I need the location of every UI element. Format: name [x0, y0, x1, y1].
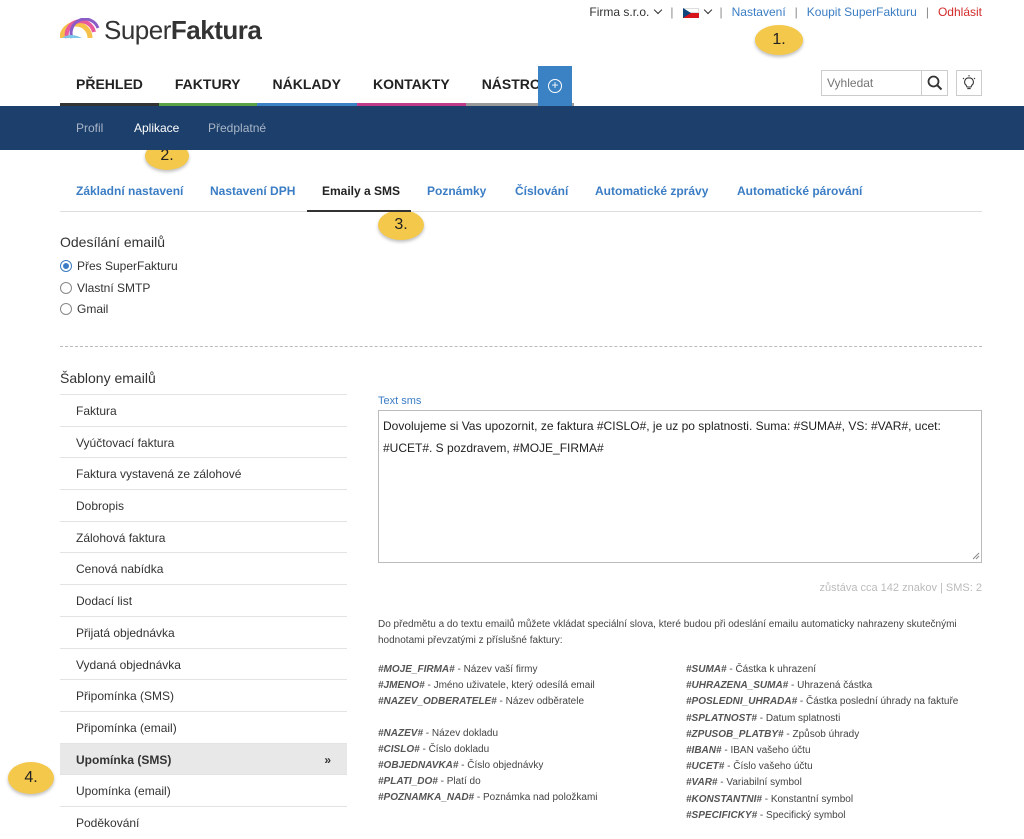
template-item-upominka-email[interactable]: Upomínka (email) — [60, 774, 347, 806]
divider — [60, 346, 982, 347]
create-new-button[interactable]: + — [538, 66, 572, 106]
placeholder-item: #KONSTANTNI# - Konstantní symbol — [686, 793, 854, 805]
template-item-faktura-ze-zalohove[interactable]: Faktura vystavená ze zálohové — [60, 457, 347, 489]
placeholder-list-right: #SUMA# - Částka k uhrazení #UHRAZENA_SUM… — [686, 664, 958, 826]
settings-link[interactable]: Nastavení — [732, 5, 786, 19]
tab-nastaveni-dph[interactable]: Nastavení DPH — [210, 184, 295, 198]
tab-zakladni-nastaveni[interactable]: Základní nastavení — [76, 184, 183, 198]
template-item-zalohova-faktura[interactable]: Zálohová faktura — [60, 520, 347, 553]
buy-link[interactable]: Koupit SuperFakturu — [807, 5, 917, 19]
template-item-pripominka-sms[interactable]: Připomínka (SMS) — [60, 679, 347, 711]
placeholder-item: #POSLEDNI_UHRADA# - Částka poslední úhra… — [686, 696, 959, 708]
main-navigation: PŘEHLED FAKTURY NÁKLADY KONTAKTY NÁSTROJ… — [60, 66, 574, 106]
language-selector[interactable] — [682, 5, 712, 19]
radio-button[interactable] — [60, 282, 72, 294]
template-item-faktura[interactable]: Faktura — [60, 394, 347, 426]
email-sending-title: Odesílání emailů — [60, 234, 166, 250]
placeholder-item: #SPECIFICKY# - Specifický symbol — [686, 809, 846, 821]
czech-flag-icon — [682, 7, 699, 18]
active-tab-indicator — [307, 210, 411, 212]
radio-button[interactable] — [60, 260, 72, 272]
chevron-right-icon: » — [324, 752, 331, 767]
nav-item-kontakty[interactable]: KONTAKTY — [356, 66, 466, 106]
template-list: Faktura Vyúčtovací faktura Faktura vysta… — [60, 394, 347, 838]
search-icon — [927, 75, 942, 91]
placeholder-item: #NAZEV# - Název dokladu — [378, 727, 499, 739]
sms-character-counter: zůstáva cca 142 znakov | SMS: 2 — [819, 582, 982, 594]
radio-option-superfaktura[interactable]: Přes SuperFakturu — [60, 259, 178, 273]
nav-item-naklady[interactable]: NÁKLADY — [256, 66, 357, 106]
placeholder-item: #SPLATNOST# - Datum splatnosti — [686, 712, 841, 724]
placeholder-item: #UCET# - Číslo vašeho účtu — [686, 761, 813, 773]
nav-item-faktury[interactable]: FAKTURY — [158, 66, 257, 106]
template-item-prijata-objednavka[interactable]: Přijatá objednávka — [60, 615, 347, 648]
annotation-badge-3: 3. — [378, 210, 424, 240]
placeholder-list-left: #MOJE_FIRMA# - Název vaší firmy #JMENO# … — [378, 664, 598, 809]
plus-icon: + — [548, 79, 562, 93]
tab-automaticke-zpravy[interactable]: Automatické zprávy — [595, 184, 708, 198]
placeholder-item: #UHRAZENA_SUMA# - Uhrazená částka — [686, 680, 873, 692]
search-button[interactable] — [921, 70, 948, 96]
subnav-item-aplikace[interactable]: Aplikace — [134, 121, 179, 135]
radio-option-smtp[interactable]: Vlastní SMTP — [60, 281, 150, 295]
placeholder-item: #JMENO# - Jméno uživatele, který odesílá… — [378, 680, 595, 692]
template-item-pripominka-email[interactable]: Připomínka (email) — [60, 710, 347, 743]
separator: | — [925, 5, 929, 19]
annotation-badge-1: 1. — [755, 25, 803, 55]
sms-text-label: Text sms — [378, 395, 422, 407]
placeholder-item: #CISLO# - Číslo dokladu — [378, 743, 490, 755]
sms-text-input[interactable]: Dovolujeme si Vas upozornit, ze faktura … — [378, 410, 982, 563]
radio-option-gmail[interactable]: Gmail — [60, 302, 108, 316]
template-item-upominka-sms[interactable]: Upomínka (SMS)» — [60, 742, 347, 775]
sub-navigation: Profil Aplikace Předplatné — [0, 106, 1024, 150]
template-item-dodaci-list[interactable]: Dodací list — [60, 584, 347, 616]
tips-button[interactable] — [956, 70, 982, 96]
template-item-dobropis[interactable]: Dobropis — [60, 489, 347, 521]
template-item-vydana-objednavka[interactable]: Vydaná objednávka — [60, 647, 347, 680]
placeholder-item: #IBAN# - IBAN vašeho účtu — [686, 744, 811, 756]
logout-link[interactable]: Odhlásit — [938, 5, 982, 19]
tab-poznamky[interactable]: Poznámky — [427, 184, 486, 198]
separator: | — [719, 5, 723, 19]
placeholder-item: #POZNAMKA_NAD# - Poznámka nad položkami — [378, 792, 598, 804]
tab-cislovani[interactable]: Číslování — [515, 184, 568, 198]
annotation-badge-4: 4. — [8, 762, 54, 794]
radio-button[interactable] — [60, 303, 72, 315]
logo[interactable]: SuperFaktura — [59, 14, 262, 46]
settings-tabs: Základní nastavení Nastavení DPH Emaily … — [60, 172, 982, 212]
placeholder-item: #PLATI_DO# - Platí do — [378, 776, 481, 788]
placeholder-item: #NAZEV_ODBERATELE# - Název odběratele — [378, 696, 585, 708]
subnav-item-predplatne[interactable]: Předplatné — [208, 121, 266, 135]
placeholder-item: #OBJEDNAVKA# - Číslo objednávky — [378, 759, 544, 771]
tab-automaticke-parovani[interactable]: Automatické párování — [737, 184, 862, 198]
lightbulb-icon — [962, 75, 976, 90]
top-navigation: Firma s.r.o. | | Nastavení | Koupit Supe… — [589, 5, 982, 19]
logo-text: SuperFaktura — [104, 14, 262, 45]
company-selector[interactable]: Firma s.r.o. — [589, 5, 663, 19]
placeholder-help-text: Do předmětu a do textu emailů můžete vkl… — [378, 619, 957, 646]
template-item-cenova-nabidka[interactable]: Cenová nabídka — [60, 552, 347, 584]
placeholder-item: #ZPUSOB_PLATBY# - Způsob úhrady — [686, 728, 860, 740]
chevron-down-icon — [703, 5, 712, 15]
placeholder-item: #VAR# - Variabilní symbol — [686, 777, 802, 789]
separator: | — [794, 5, 798, 19]
template-item-podekovani[interactable]: Poděkování — [60, 805, 347, 838]
resize-handle-icon[interactable] — [972, 552, 980, 560]
placeholder-item: #SUMA# - Částka k uhrazení — [686, 664, 817, 675]
separator: | — [670, 5, 674, 19]
email-templates-title: Šablony emailů — [60, 370, 156, 386]
chevron-down-icon — [654, 5, 663, 15]
logo-icon — [59, 17, 100, 42]
tab-emaily-a-sms[interactable]: Emaily a SMS — [322, 184, 400, 198]
search-input[interactable] — [821, 70, 922, 96]
subnav-item-profil[interactable]: Profil — [76, 121, 103, 135]
nav-item-prehled[interactable]: PŘEHLED — [60, 66, 159, 106]
template-item-vyuctovaci-faktura[interactable]: Vyúčtovací faktura — [60, 425, 347, 458]
placeholder-item: #MOJE_FIRMA# - Název vaší firmy — [378, 664, 538, 675]
